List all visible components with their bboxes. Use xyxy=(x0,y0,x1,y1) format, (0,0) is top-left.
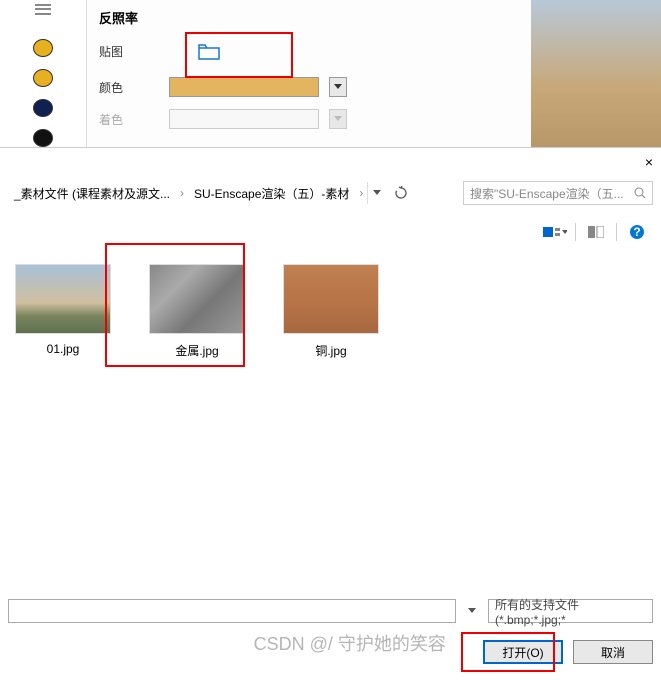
file-open-dialog: × _素材文件 (课程素材及源文... › SU-Enscape渲染（五）-素材… xyxy=(0,147,661,682)
preview-image xyxy=(531,0,661,147)
chevron-down-icon xyxy=(334,84,342,90)
file-name: 金属.jpg xyxy=(175,342,218,359)
close-button[interactable]: × xyxy=(645,154,653,170)
tint-label: 着色 xyxy=(99,111,159,128)
material-dot[interactable] xyxy=(33,39,53,57)
open-texture-button[interactable] xyxy=(169,37,249,65)
filename-input[interactable] xyxy=(8,599,456,623)
file-name: 01.jpg xyxy=(47,342,80,356)
material-dot[interactable] xyxy=(33,129,53,147)
view-toolbar: ? xyxy=(531,216,661,248)
file-item[interactable]: 铜.jpg xyxy=(276,264,386,359)
search-input[interactable]: 搜索"SU-Enscape渲染（五... xyxy=(463,181,653,205)
color-dropdown[interactable] xyxy=(329,77,347,97)
columns-icon xyxy=(588,226,604,238)
file-list: 01.jpg 金属.jpg 铜.jpg xyxy=(0,252,661,582)
file-thumbnail xyxy=(15,264,111,334)
filetype-select[interactable]: 所有的支持文件 (*.bmp;*.jpg;* xyxy=(488,599,653,623)
file-name: 铜.jpg xyxy=(315,342,346,359)
divider xyxy=(575,223,576,241)
tint-swatch xyxy=(169,109,319,129)
divider xyxy=(616,223,617,241)
chevron-down-icon xyxy=(373,190,381,196)
file-thumbnail xyxy=(149,264,245,334)
open-button[interactable]: 打开(O) xyxy=(483,640,563,664)
path-dropdown[interactable] xyxy=(367,182,385,204)
help-icon: ? xyxy=(629,224,645,240)
folder-icon xyxy=(197,41,221,61)
chevron-right-icon: › xyxy=(180,186,184,200)
search-icon xyxy=(634,187,646,199)
breadcrumb-bar: _素材文件 (课程素材及源文... › SU-Enscape渲染（五）-素材 ›… xyxy=(0,178,661,208)
menu-icon[interactable] xyxy=(35,4,51,15)
tint-dropdown xyxy=(329,109,347,129)
search-placeholder: 搜索"SU-Enscape渲染（五... xyxy=(470,185,624,202)
material-dot[interactable] xyxy=(33,99,53,117)
cancel-button[interactable]: 取消 xyxy=(573,640,653,664)
breadcrumb-item[interactable]: SU-Enscape渲染（五）-素材 xyxy=(188,181,355,206)
color-label: 颜色 xyxy=(99,79,159,96)
filetype-label: 所有的支持文件 (*.bmp;*.jpg;* xyxy=(495,596,646,627)
chevron-down-icon xyxy=(468,608,476,614)
chevron-down-icon xyxy=(562,230,568,234)
dialog-actions: 打开(O) 取消 xyxy=(483,640,653,664)
texture-label: 贴图 xyxy=(99,43,159,60)
svg-text:?: ? xyxy=(633,225,640,239)
material-list xyxy=(0,0,86,147)
chevron-right-icon: › xyxy=(359,186,363,200)
material-panel: 反照率 贴图 颜色 着色 xyxy=(0,0,661,147)
filename-bar: 所有的支持文件 (*.bmp;*.jpg;* xyxy=(0,596,661,626)
chevron-down-icon xyxy=(334,116,342,122)
color-swatch[interactable] xyxy=(169,77,319,97)
refresh-icon xyxy=(394,186,408,200)
thumbnails-icon xyxy=(543,225,560,239)
layout-button[interactable] xyxy=(584,222,608,242)
help-button[interactable]: ? xyxy=(625,222,649,242)
filename-dropdown[interactable] xyxy=(464,608,480,614)
refresh-button[interactable] xyxy=(389,181,413,205)
file-item[interactable]: 金属.jpg xyxy=(142,264,252,359)
file-item[interactable]: 01.jpg xyxy=(8,264,118,356)
view-mode-button[interactable] xyxy=(543,222,567,242)
material-dot[interactable] xyxy=(33,69,53,87)
file-thumbnail xyxy=(283,264,379,334)
breadcrumb-item[interactable]: _素材文件 (课程素材及源文... xyxy=(8,181,176,206)
